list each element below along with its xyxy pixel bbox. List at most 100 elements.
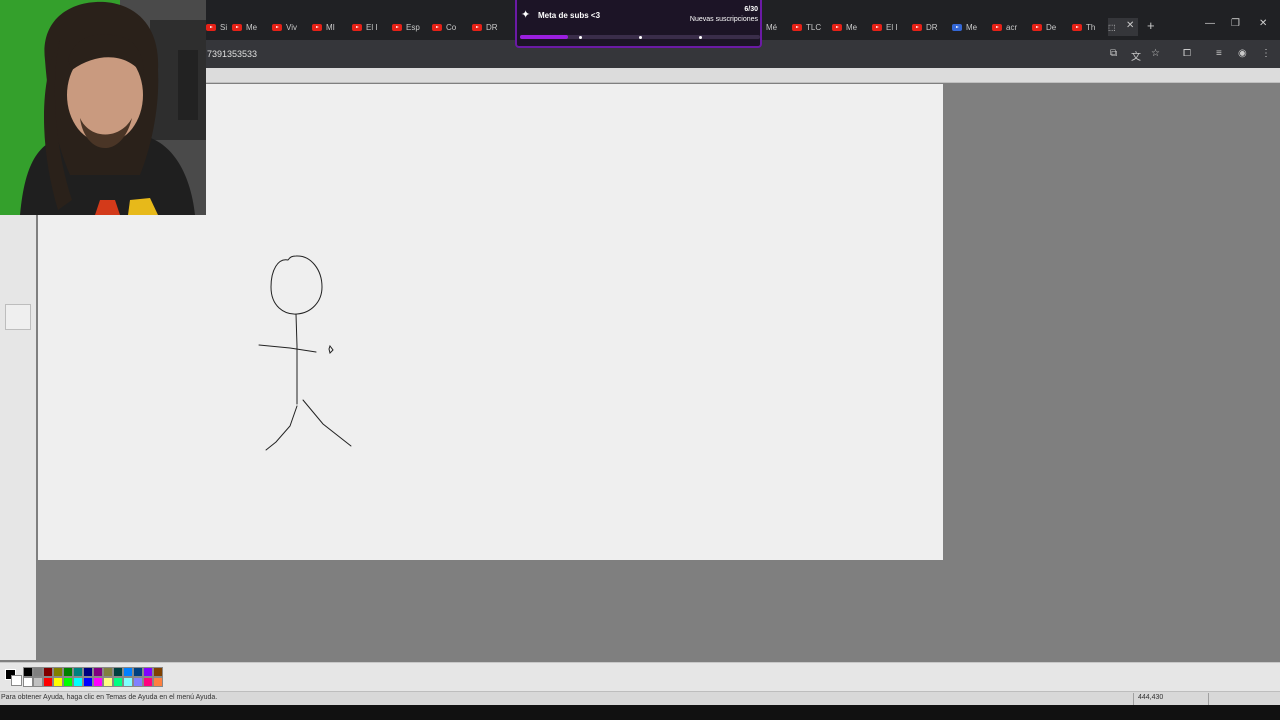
youtube-favicon-icon (792, 23, 802, 31)
palette-swatch[interactable] (113, 677, 123, 687)
browser-tab-label: DR (926, 22, 938, 32)
browser-tab-label: acr (1006, 22, 1018, 32)
youtube-favicon-icon (1072, 23, 1082, 31)
browser-tab-label: Me (846, 22, 858, 32)
window-close-icon[interactable]: ✕ (1259, 18, 1267, 29)
browser-tab[interactable]: El I (352, 18, 388, 36)
palette-swatch[interactable] (63, 667, 73, 677)
minimize-icon[interactable]: — (1205, 18, 1215, 29)
palette-swatch[interactable] (143, 667, 153, 677)
goal-title: Meta de subs <3 (538, 11, 601, 20)
browser-tab[interactable]: acr (992, 18, 1028, 36)
palette-swatch[interactable] (43, 667, 53, 677)
new-tab-button[interactable]: + (1147, 18, 1155, 33)
palette-swatch[interactable] (23, 667, 33, 677)
figure-head (270, 255, 323, 315)
youtube-favicon-icon (472, 23, 482, 31)
youtube-favicon-icon (432, 23, 442, 31)
color-palette (0, 662, 1280, 691)
webcam-overlay (0, 0, 206, 215)
restore-icon[interactable]: ❐ (1231, 18, 1240, 29)
star-badge-icon: ✦ (521, 9, 531, 21)
pencil-cursor-icon (328, 344, 334, 354)
goal-milestone-marker (639, 36, 642, 39)
palette-swatch[interactable] (103, 667, 113, 677)
goal-milestone-marker (699, 36, 702, 39)
palette-swatch[interactable] (33, 677, 43, 687)
browser-tab-label: Viv (286, 22, 297, 32)
profile-icon[interactable]: ◉ (1238, 48, 1247, 59)
browser-tab[interactable]: Me (232, 18, 268, 36)
menu-kebab-icon[interactable]: ⋮ (1261, 48, 1271, 59)
youtube-favicon-icon (352, 23, 362, 31)
browser-tab[interactable]: MI (312, 18, 348, 36)
streamer-webcam-image (0, 0, 206, 215)
palette-swatch[interactable] (143, 677, 153, 687)
url-text[interactable]: 7391353533 (207, 49, 257, 59)
browser-tab[interactable]: Co (432, 18, 468, 36)
taskbar-edge (0, 705, 1280, 720)
browser-tab-label: Th (1086, 22, 1096, 32)
palette-swatch[interactable] (123, 677, 133, 687)
browser-tab[interactable]: Me (832, 18, 868, 36)
browser-tab[interactable]: DR (472, 18, 508, 36)
palette-swatch[interactable] (103, 677, 113, 687)
browser-tab-label: Si (220, 22, 228, 32)
browser-tab-label: Me (246, 22, 258, 32)
palette-swatch[interactable] (133, 677, 143, 687)
palette-swatch[interactable] (83, 667, 93, 677)
youtube-favicon-icon (312, 23, 322, 31)
browser-tab[interactable]: Viv (272, 18, 308, 36)
palette-swatch[interactable] (53, 677, 63, 687)
goal-subtitle: Nuevas suscripciones (689, 16, 758, 23)
translate-icon[interactable]: 文 (1131, 48, 1141, 63)
goal-milestone-marker (579, 36, 582, 39)
current-colors-indicator[interactable] (3, 667, 22, 686)
browser-tab-label: Co (446, 22, 457, 32)
palette-swatch[interactable] (33, 667, 43, 677)
palette-swatch[interactable] (53, 667, 63, 677)
extensions-icon[interactable]: ⧠ (1183, 48, 1191, 59)
palette-swatch[interactable] (153, 667, 163, 677)
browser-tab[interactable]: TLC (792, 18, 828, 36)
close-tab-icon[interactable]: ✕ (1126, 20, 1134, 31)
palette-swatch[interactable] (153, 677, 163, 687)
palette-swatch[interactable] (73, 667, 83, 677)
browser-tab-label: DR (486, 22, 498, 32)
figure-body (295, 313, 298, 405)
palette-swatch[interactable] (83, 677, 93, 687)
paint-app-icon: ⬚ (1108, 22, 1116, 32)
media-icon[interactable]: ≡ (1216, 48, 1222, 59)
palette-swatch[interactable] (93, 677, 103, 687)
palette-swatch[interactable] (73, 677, 83, 687)
youtube-favicon-icon (392, 23, 402, 31)
site-favicon-icon (952, 23, 962, 31)
palette-swatch[interactable] (43, 677, 53, 687)
figure-left-leg (265, 405, 298, 451)
browser-tab[interactable]: El I (872, 18, 908, 36)
goal-progress-fill (520, 35, 568, 39)
browser-tab[interactable]: DR (912, 18, 948, 36)
goal-progress-track (520, 35, 760, 39)
browser-tab[interactable]: Esp (392, 18, 428, 36)
palette-swatch[interactable] (63, 677, 73, 687)
goal-count: 6/30 (744, 6, 758, 13)
palette-swatch[interactable] (133, 667, 143, 677)
status-divider (1208, 693, 1209, 705)
youtube-favicon-icon (1032, 23, 1042, 31)
youtube-favicon-icon (992, 23, 1002, 31)
palette-swatch[interactable] (113, 667, 123, 677)
browser-tab[interactable]: Me (952, 18, 988, 36)
tool-option-box[interactable] (5, 304, 31, 330)
bookmark-star-icon[interactable]: ☆ (1151, 48, 1160, 59)
youtube-favicon-icon (206, 23, 216, 31)
browser-tab[interactable]: Th (1072, 18, 1108, 36)
figure-arm (258, 344, 317, 353)
browser-tab-label: El I (886, 22, 898, 32)
install-icon[interactable]: ⧉ (1110, 48, 1117, 59)
palette-swatch[interactable] (123, 667, 133, 677)
palette-swatch[interactable] (93, 667, 103, 677)
paint-status-bar: Para obtener Ayuda, haga clic en Temas d… (0, 691, 1280, 706)
browser-tab[interactable]: De (1032, 18, 1068, 36)
palette-swatch[interactable] (23, 677, 33, 687)
